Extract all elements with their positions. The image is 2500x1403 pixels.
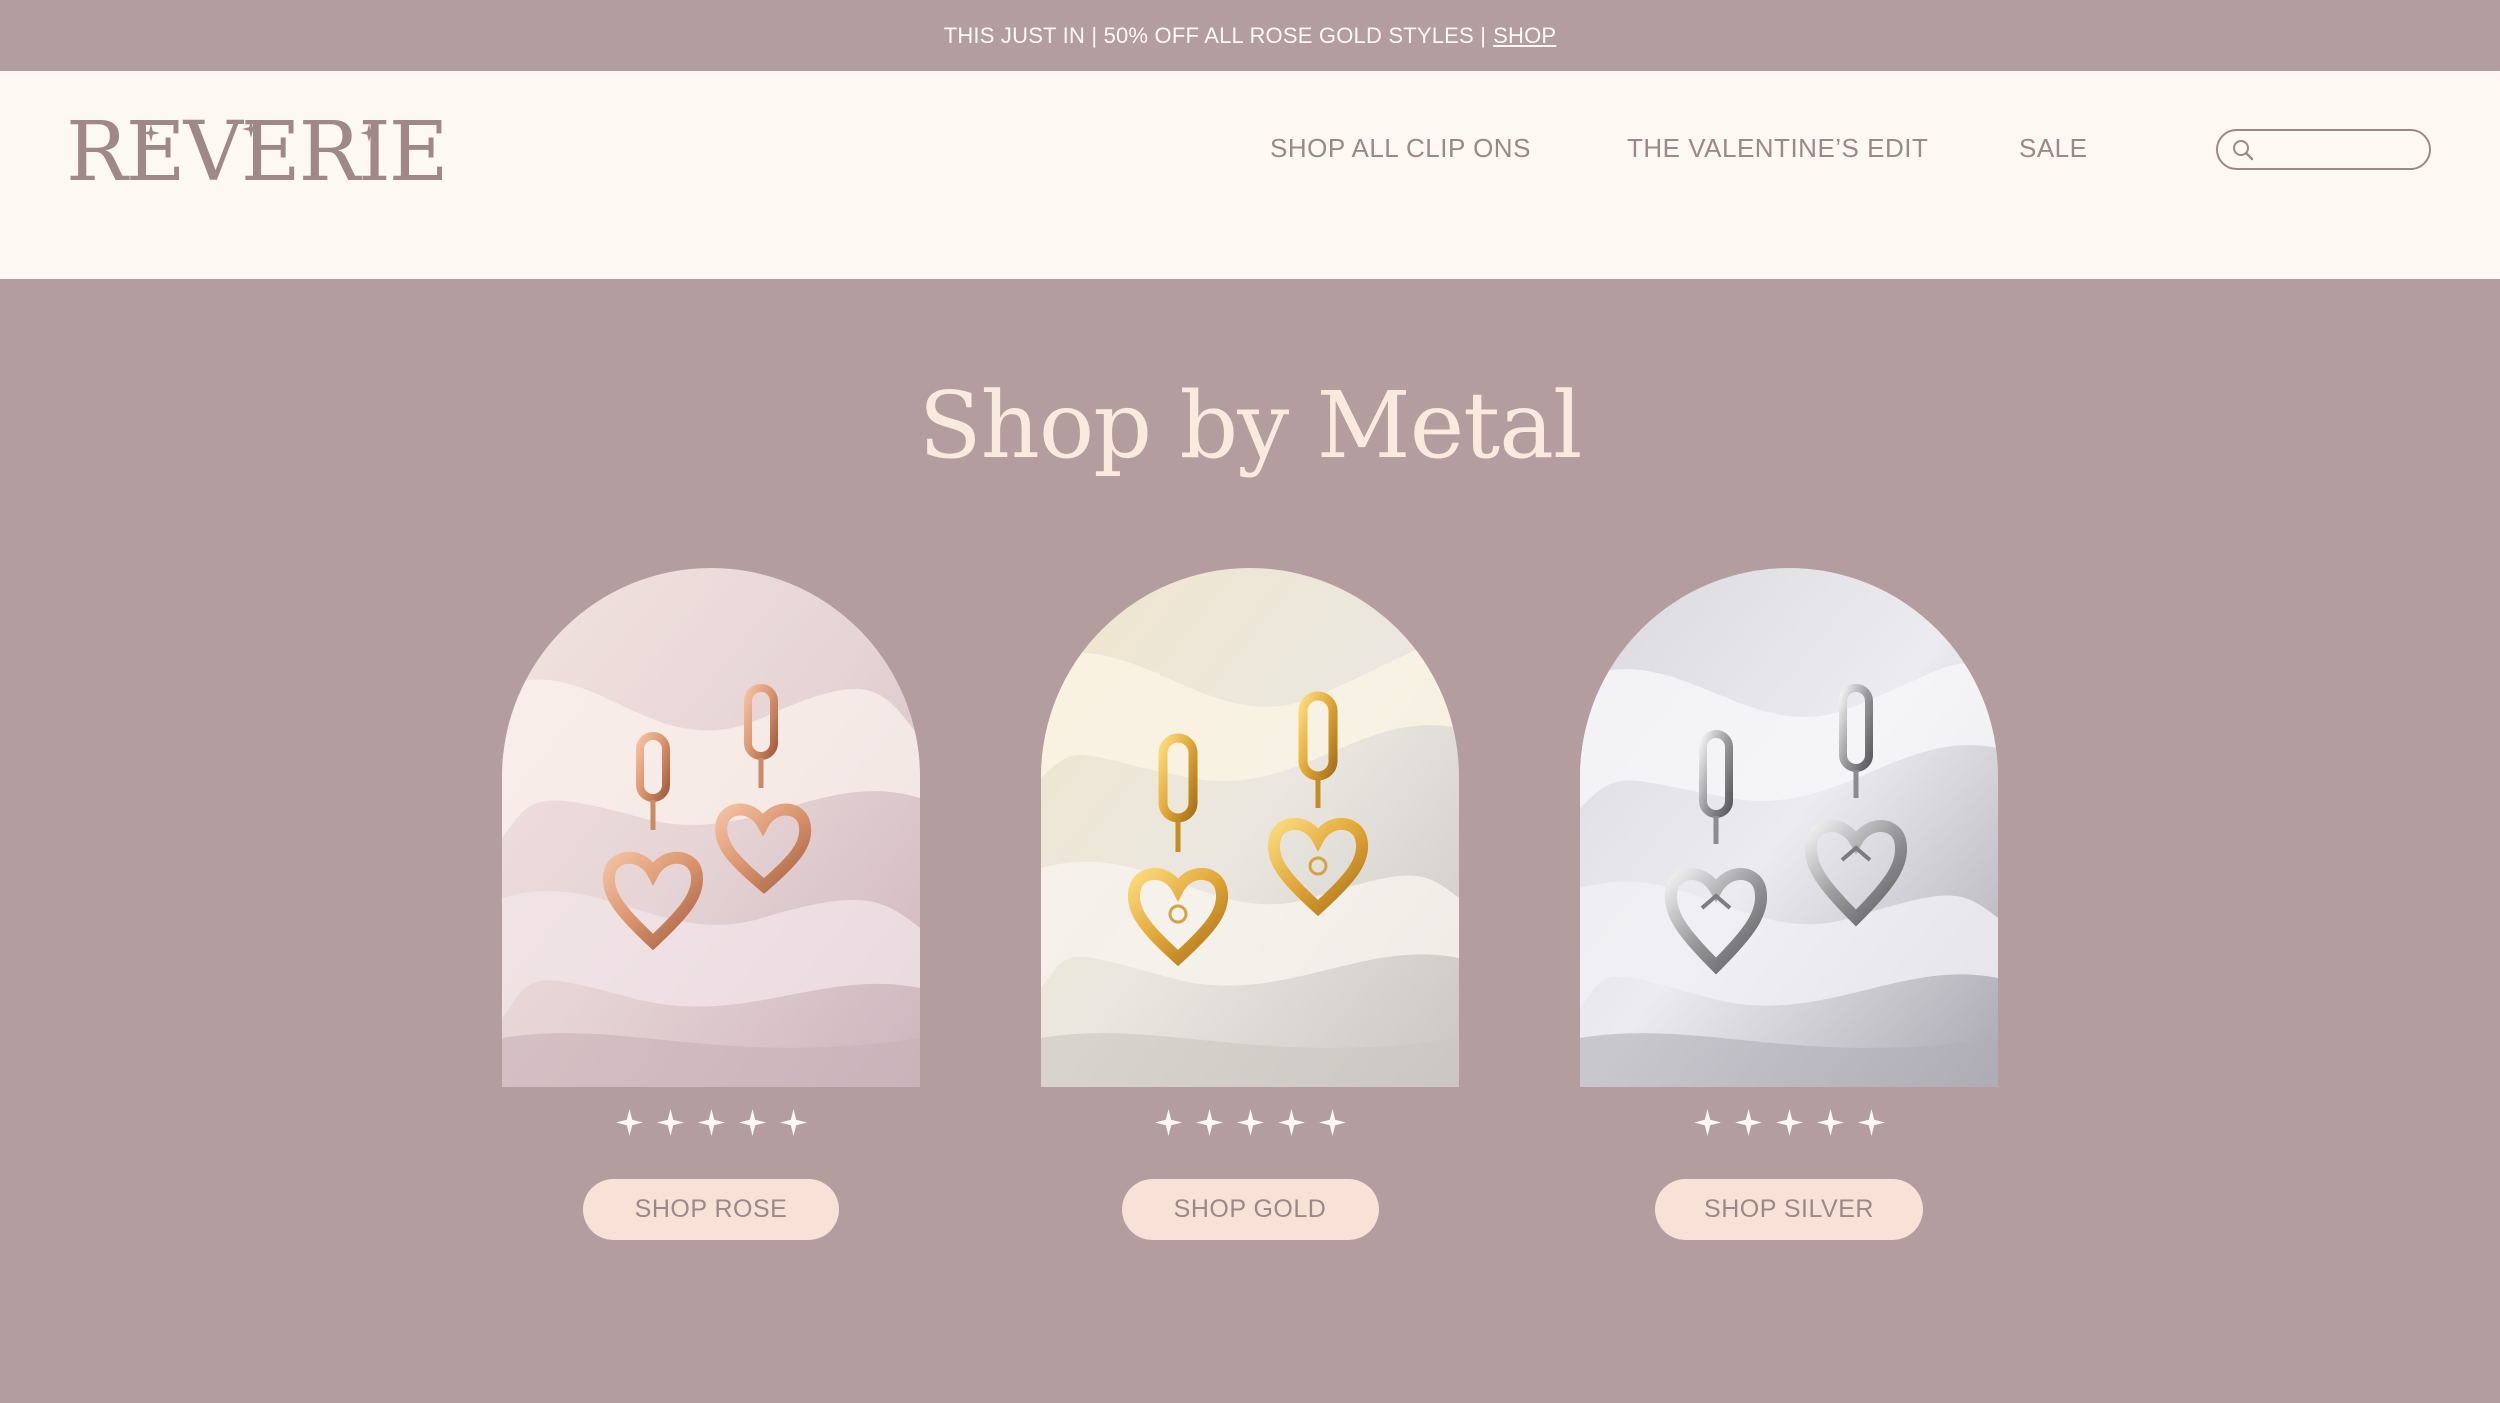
rose-earrings-image[interactable] (502, 568, 920, 1087)
main-nav: SHOP ALL CLIP ONS THE VALENTINE’S EDIT S… (0, 133, 2500, 163)
sparkle-star-icon (1195, 1109, 1223, 1136)
site-header: REVERIE SHOP ALL CLIP ONS THE VALENTINE’… (0, 71, 2500, 279)
search-icon (2233, 139, 2254, 160)
announcement-bar: THIS JUST IN | 50% OFF ALL ROSE GOLD STY… (0, 0, 2500, 71)
sparkle-star-icon (615, 1109, 643, 1136)
sparkle-star-icon (656, 1109, 684, 1136)
product-card-silver: SHOP SILVER (1580, 568, 1998, 1240)
product-card-gold: SHOP GOLD (1041, 568, 1459, 1240)
sparkle-star-icon (1857, 1109, 1885, 1136)
shop-rose-button[interactable]: SHOP ROSE (583, 1179, 839, 1240)
product-card-rose: SHOP ROSE (502, 568, 920, 1240)
sparkle-star-icon (1318, 1109, 1346, 1136)
shop-silver-button[interactable]: SHOP SILVER (1655, 1179, 1923, 1240)
gold-earrings-image[interactable] (1041, 568, 1459, 1087)
section-heading: Shop by Metal (918, 372, 1583, 479)
sparkle-star-icon (1154, 1109, 1182, 1136)
nav-shop-all-clip-ons[interactable]: SHOP ALL CLIP ONS (1270, 133, 1531, 164)
nav-sale[interactable]: SALE (2019, 133, 2088, 164)
sparkle-star-icon (779, 1109, 807, 1136)
search-box[interactable] (2216, 129, 2431, 170)
rating-stars (502, 1109, 920, 1143)
shop-gold-button[interactable]: SHOP GOLD (1121, 1179, 1379, 1240)
announcement-shop-link[interactable]: SHOP (1493, 23, 1556, 49)
sparkle-star-icon (1277, 1109, 1305, 1136)
sparkle-star-icon (738, 1109, 766, 1136)
sparkle-star-icon (1734, 1109, 1762, 1136)
sparkle-star-icon (1775, 1109, 1803, 1136)
nav-valentines-edit[interactable]: THE VALENTINE’S EDIT (1627, 133, 1928, 164)
sparkle-star-icon (1816, 1109, 1844, 1136)
sparkle-star-icon (697, 1109, 725, 1136)
announcement-text: THIS JUST IN | 50% OFF ALL ROSE GOLD STY… (943, 22, 1487, 48)
sparkle-star-icon (1236, 1109, 1264, 1136)
sparkle-star-icon (1693, 1109, 1721, 1136)
rating-stars (1580, 1109, 1998, 1143)
search-input[interactable] (2261, 134, 2421, 165)
rating-stars (1041, 1109, 1459, 1143)
silver-earrings-image[interactable] (1580, 568, 1998, 1087)
